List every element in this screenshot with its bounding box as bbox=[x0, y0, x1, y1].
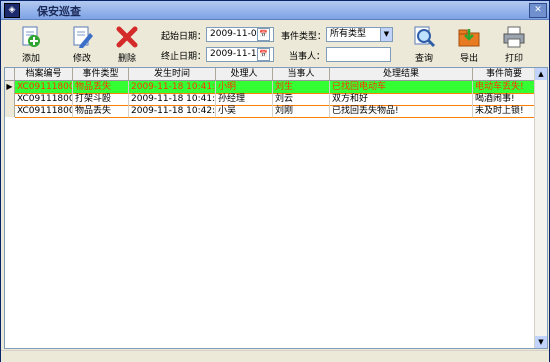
start-date-label: 起始日期： bbox=[161, 32, 207, 42]
export-button[interactable]: 导出 bbox=[449, 25, 489, 65]
print-button[interactable]: 打印 bbox=[494, 25, 534, 65]
end-date-label: 终止日期： bbox=[161, 52, 207, 62]
table-row[interactable]: ▶ XC0911180001 物品丢失 2009-11-18 10:41:01 … bbox=[5, 81, 547, 94]
export-button-label: 导出 bbox=[459, 54, 478, 64]
column-header[interactable]: 事件简要 bbox=[473, 68, 536, 80]
title-bar: ◈ 保安巡查 ✕ bbox=[1, 1, 549, 20]
delete-button-label: 删除 bbox=[117, 54, 136, 64]
header-indicator bbox=[5, 68, 15, 80]
toolbar: 添加 修改 删除 起始日期： 2009-11-01 📅 终止日期： 2009-1… bbox=[1, 20, 549, 67]
edit-document-icon bbox=[73, 26, 93, 48]
row-cell: 未及时上锁! bbox=[473, 105, 536, 118]
column-header[interactable]: 档案编号 bbox=[15, 68, 73, 80]
table-row[interactable]: XC0911180003 物品丢失 2009-11-18 10:42:47 小吴… bbox=[5, 105, 547, 118]
printer-icon bbox=[503, 26, 525, 48]
vertical-scrollbar[interactable]: ▲ ▼ bbox=[534, 68, 547, 348]
row-cell: 已找回丢失物品! bbox=[330, 105, 473, 118]
table-row[interactable]: XC0911180002 打架斗殴 2009-11-18 10:41:34 孙经… bbox=[5, 93, 547, 106]
close-button[interactable]: ✕ bbox=[529, 3, 547, 18]
row-cell: 小吴 bbox=[216, 105, 273, 118]
row-indicator bbox=[5, 93, 15, 105]
query-button-label: 查询 bbox=[414, 54, 433, 64]
records-grid[interactable]: 档案编号 事件类型 发生时间 处理人 当事人 处理结果 事件简要 ▶ XC091… bbox=[4, 67, 548, 349]
column-header[interactable]: 事件类型 bbox=[73, 68, 129, 80]
column-header[interactable]: 发生时间 bbox=[129, 68, 216, 80]
column-header[interactable]: 处理人 bbox=[216, 68, 273, 80]
row-indicator bbox=[5, 105, 15, 117]
event-type-value: 所有类型 bbox=[330, 29, 367, 39]
edit-button-label: 修改 bbox=[72, 54, 91, 64]
app-window: ◈ 保安巡查 ✕ 添加 修改 删除 起始日期： 2009-11-01 📅 终止日… bbox=[0, 0, 550, 362]
query-button[interactable]: 查询 bbox=[404, 25, 444, 65]
row-cell: 物品丢失 bbox=[73, 105, 129, 118]
scroll-up-icon[interactable]: ▲ bbox=[535, 68, 547, 80]
scroll-down-icon[interactable]: ▼ bbox=[535, 336, 547, 348]
start-date-picker-button[interactable]: 📅 bbox=[257, 28, 270, 41]
magnifier-icon bbox=[414, 26, 436, 48]
add-document-icon bbox=[22, 26, 40, 47]
grid-header: 档案编号 事件类型 发生时间 处理人 当事人 处理结果 事件简要 bbox=[5, 68, 547, 81]
chevron-down-icon[interactable]: ▼ bbox=[380, 28, 392, 41]
print-button-label: 打印 bbox=[504, 54, 523, 64]
party-input[interactable] bbox=[326, 47, 391, 62]
row-pointer-icon: ▶ bbox=[5, 81, 15, 93]
delete-x-icon bbox=[116, 26, 138, 48]
event-type-select[interactable]: 所有类型 ▼ bbox=[326, 27, 393, 42]
app-icon: ◈ bbox=[4, 3, 20, 18]
column-header[interactable]: 处理结果 bbox=[330, 68, 473, 80]
add-button[interactable]: 添加 bbox=[11, 25, 51, 65]
column-header[interactable]: 当事人 bbox=[273, 68, 330, 80]
row-cell: 2009-11-18 10:42:47 bbox=[129, 105, 216, 118]
export-folder-icon bbox=[458, 29, 480, 47]
event-type-label: 事件类型： bbox=[281, 32, 327, 42]
window-title: 保安巡查 bbox=[37, 5, 81, 18]
status-bar bbox=[1, 350, 549, 362]
party-label: 当事人： bbox=[289, 52, 326, 62]
edit-button[interactable]: 修改 bbox=[62, 25, 102, 65]
add-button-label: 添加 bbox=[21, 54, 40, 64]
delete-button[interactable]: 删除 bbox=[107, 25, 147, 65]
row-cell: XC0911180003 bbox=[15, 105, 73, 118]
end-date-picker-button[interactable]: 📅 bbox=[257, 48, 270, 61]
row-cell: 刘刚 bbox=[273, 105, 330, 118]
